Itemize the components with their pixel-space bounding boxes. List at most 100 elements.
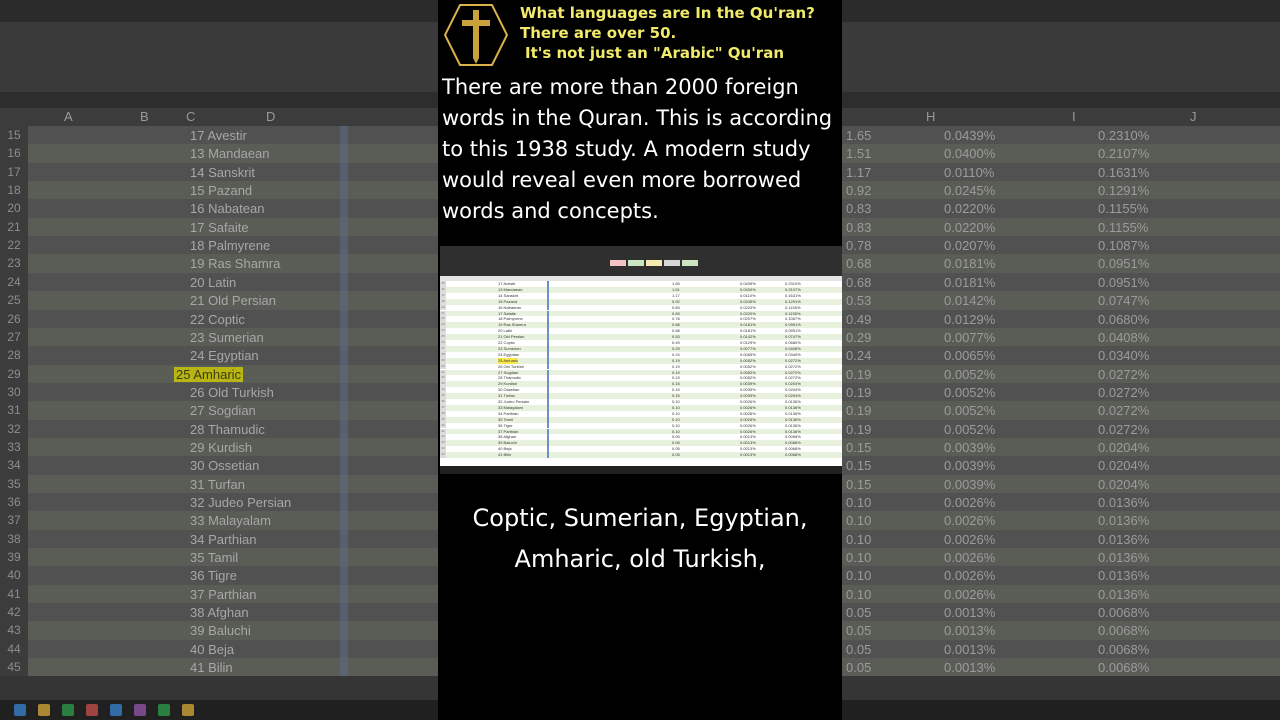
percent-cell[interactable]: 0.0129% (944, 312, 995, 327)
language-cell[interactable]: 17 Safaite (190, 220, 249, 235)
language-cell[interactable]: 35 Tamil (190, 550, 238, 565)
language-cell[interactable]: 13 Mandaean (190, 146, 270, 161)
language-cell[interactable]: 28 Thamudic (190, 422, 265, 437)
value-cell[interactable]: 0.19 (846, 385, 871, 400)
language-cell[interactable]: 36 Tigre (190, 568, 237, 583)
value-cell[interactable]: 0.15 (846, 440, 871, 455)
language-cell[interactable]: 25 Amharic (174, 366, 244, 382)
percent-cell[interactable]: 0.0181% (944, 275, 995, 290)
percent-cell[interactable]: 0.0026% (944, 532, 995, 547)
percent-cell[interactable]: 0.0136% (1098, 587, 1149, 602)
percent-cell[interactable]: 0.1155% (1098, 220, 1148, 235)
percent-cell[interactable]: 0.0026% (944, 495, 995, 510)
percent-cell[interactable]: 0.0013% (944, 605, 995, 620)
percent-cell[interactable]: 0.0142% (944, 293, 995, 308)
value-cell[interactable]: 0.10 (846, 550, 871, 565)
percent-cell[interactable]: 0.0204% (1098, 458, 1149, 473)
value-cell[interactable]: 0.83 (846, 201, 871, 216)
percent-cell[interactable]: 0.0026% (944, 550, 995, 565)
value-cell[interactable]: 0.15 (846, 477, 871, 492)
taskbar-app-icon[interactable] (182, 704, 194, 716)
value-cell[interactable]: 0.10 (846, 587, 871, 602)
percent-cell[interactable]: 0.0039% (944, 440, 995, 455)
taskbar-app-icon[interactable] (158, 704, 170, 716)
percent-cell[interactable]: 0.0013% (944, 623, 995, 638)
percent-cell[interactable]: 0.2310% (1098, 128, 1149, 143)
value-cell[interactable]: 0.05 (846, 605, 871, 620)
taskbar-app-icon[interactable] (38, 704, 50, 716)
percent-cell[interactable]: 0.0272% (1098, 403, 1149, 418)
percent-cell[interactable]: 0.0039% (944, 477, 995, 492)
percent-cell[interactable]: 0.0068% (1098, 623, 1149, 638)
percent-cell[interactable]: 0.0136% (1098, 495, 1149, 510)
percent-cell[interactable]: 0.0026% (944, 587, 995, 602)
taskbar-app-icon[interactable] (110, 704, 122, 716)
value-cell[interactable]: 1.17 (846, 165, 871, 180)
percent-cell[interactable]: 0.0136% (1098, 513, 1149, 528)
percent-cell[interactable]: 0.0951% (1098, 275, 1149, 290)
percent-cell[interactable]: 0.0068% (1098, 660, 1149, 675)
taskbar-app-icon[interactable] (134, 704, 146, 716)
language-cell[interactable]: 34 Parthian (190, 532, 257, 547)
taskbar-app-icon[interactable] (62, 704, 74, 716)
percent-cell[interactable]: 0.0204% (1098, 477, 1149, 492)
percent-cell[interactable]: 0.1291% (1098, 183, 1149, 198)
language-cell[interactable]: 21 Old Persian (190, 293, 276, 308)
percent-cell[interactable]: 0.0013% (944, 642, 995, 657)
value-cell[interactable]: 0.24 (846, 348, 871, 363)
value-cell[interactable]: 0.10 (846, 568, 871, 583)
language-cell[interactable]: 19 Ras Shamra (190, 256, 280, 271)
percent-cell[interactable]: 0.2107% (1098, 146, 1149, 161)
percent-cell[interactable]: 0.0068% (1098, 642, 1149, 657)
percent-cell[interactable]: 0.0026% (944, 568, 995, 583)
percent-cell[interactable]: 0.0136% (1098, 550, 1149, 565)
value-cell[interactable]: 0.10 (846, 532, 871, 547)
taskbar-app-icon[interactable] (86, 704, 98, 716)
percent-cell[interactable]: 0.0245% (944, 183, 995, 198)
value-cell[interactable]: 0.49 (846, 312, 871, 327)
percent-cell[interactable]: 0.0747% (1098, 293, 1149, 308)
value-cell[interactable]: 1.51 (846, 146, 871, 161)
percent-cell[interactable]: 0.0052% (944, 385, 995, 400)
percent-cell[interactable]: 0.1155% (1098, 201, 1148, 216)
language-cell[interactable]: 37 Parthian (190, 587, 257, 602)
value-cell[interactable]: 0.68 (846, 275, 871, 290)
percent-cell[interactable]: 0.0077% (944, 330, 995, 345)
value-cell[interactable]: 0.05 (846, 642, 871, 657)
percent-cell[interactable]: 0.0052% (944, 367, 995, 382)
value-cell[interactable]: 0.19 (846, 367, 871, 382)
value-cell[interactable]: 0.05 (846, 623, 871, 638)
language-cell[interactable]: 40 Beja (190, 642, 234, 657)
value-cell[interactable]: 0.92 (846, 183, 871, 198)
language-cell[interactable]: 18 Palmyrene (190, 238, 270, 253)
language-cell[interactable]: 31 Turfan (190, 477, 245, 492)
percent-cell[interactable]: 0.0026% (944, 513, 995, 528)
value-cell[interactable]: 0.15 (846, 458, 871, 473)
language-cell[interactable]: 39 Baluchi (190, 623, 251, 638)
percent-cell[interactable]: 0.0272% (1098, 385, 1149, 400)
value-cell[interactable]: 0.68 (846, 256, 871, 271)
taskbar-app-icon[interactable] (14, 704, 26, 716)
language-cell[interactable]: 32 Judeo Persian (190, 495, 291, 510)
value-cell[interactable]: 0.83 (846, 220, 871, 235)
percent-cell[interactable]: 0.0408% (1098, 330, 1149, 345)
percent-cell[interactable]: 0.0136% (1098, 568, 1149, 583)
percent-cell[interactable]: 0.0220% (944, 201, 995, 216)
language-cell[interactable]: 26 Old Turkish (190, 385, 274, 400)
value-cell[interactable]: 0.19 (846, 422, 871, 437)
percent-cell[interactable]: 0.0052% (944, 403, 995, 418)
percent-cell[interactable]: 0.1087% (1098, 238, 1149, 253)
percent-cell[interactable]: 0.0039% (944, 458, 995, 473)
language-cell[interactable]: 14 Sanskrit (190, 165, 255, 180)
percent-cell[interactable]: 0.0680% (1098, 312, 1149, 327)
percent-cell[interactable]: 0.0181% (944, 256, 995, 271)
percent-cell[interactable]: 0.0013% (944, 660, 995, 675)
language-cell[interactable]: 41 Bilin (190, 660, 233, 675)
value-cell[interactable]: 1.65 (846, 128, 871, 143)
language-cell[interactable]: 33 Malayalam (190, 513, 271, 528)
percent-cell[interactable]: 0.0400% (944, 146, 995, 161)
language-cell[interactable]: 17 Avestir (190, 128, 247, 143)
value-cell[interactable]: 0.29 (846, 330, 871, 345)
language-cell[interactable]: 16 Nabatean (190, 201, 264, 216)
percent-cell[interactable]: 0.0110% (944, 165, 994, 180)
